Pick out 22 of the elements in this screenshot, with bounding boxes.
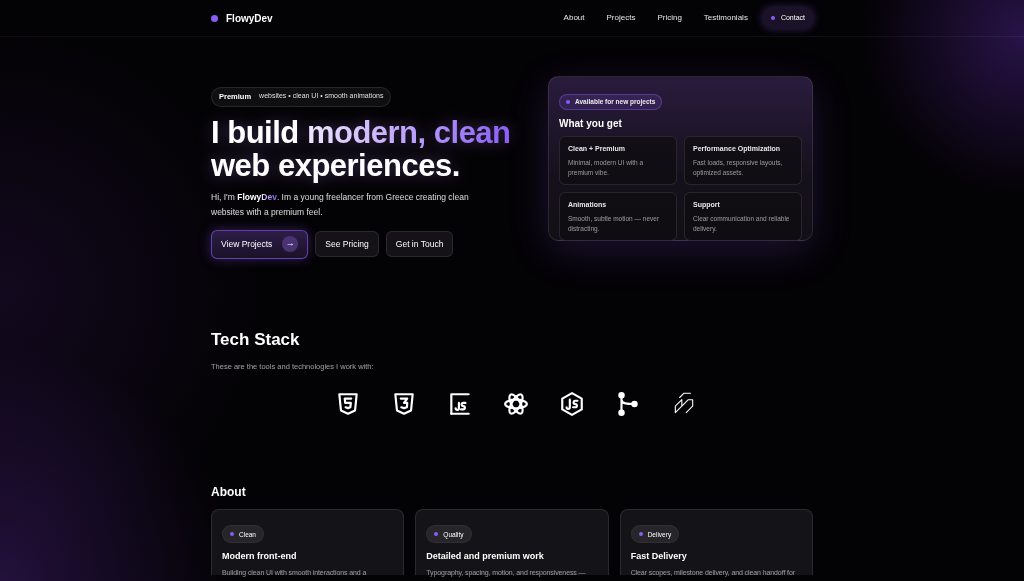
html-shield-icon — [335, 391, 361, 418]
css-shield-icon — [391, 391, 417, 418]
primary-button[interactable]: View Projects → — [211, 229, 309, 259]
nav-link[interactable]: About — [563, 12, 585, 24]
code-file-icon — [447, 391, 473, 418]
secondary-button[interactable]: See Pricing — [315, 231, 379, 258]
nav-link[interactable]: Projects — [606, 12, 636, 24]
hero-intro: Hi, I'm FlowyDev. Im a young freelancer from Greece creating clean websites with a premium feel. — [211, 190, 470, 219]
brand-logo[interactable]: FlowyDev — [226, 10, 273, 26]
card-title: Fast Delivery — [630, 550, 688, 564]
section-heading: Tech Stack — [211, 328, 301, 351]
section-heading: About — [211, 484, 247, 502]
card-title: Detailed and premium work — [426, 550, 545, 564]
secondary-button[interactable]: Get in Touch — [385, 231, 454, 258]
nav-link[interactable]: Testimonials — [703, 12, 748, 24]
branch-icon — [615, 391, 641, 418]
hexagon-icon — [559, 391, 585, 418]
nav-link[interactable]: Pricing — [657, 12, 682, 24]
atom-icon — [503, 391, 529, 418]
offer-title: What you get — [559, 117, 623, 131]
hero-heading: I build modern, clean web experiences. — [211, 115, 512, 182]
card-title: Modern front-end — [222, 550, 298, 564]
